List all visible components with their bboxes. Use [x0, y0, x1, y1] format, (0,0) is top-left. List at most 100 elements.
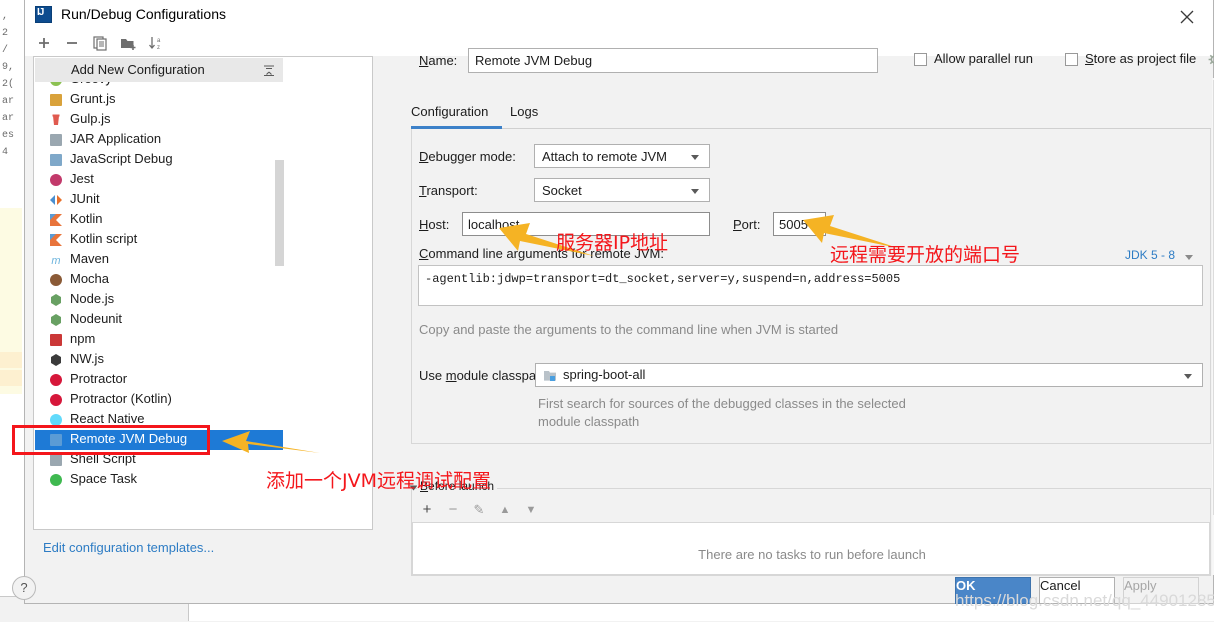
before-launch-toolbar: + − ✎ ▲ ▼	[412, 498, 1210, 522]
gulp-icon	[48, 112, 64, 128]
background-editor-line: 2(	[2, 79, 15, 90]
sidebar-item-maven[interactable]: m Maven	[35, 250, 283, 270]
sidebar-item-label: Jest	[70, 171, 94, 186]
sidebar-item-label: npm	[70, 331, 96, 346]
sidebar-item-jar-application[interactable]: JAR Application	[35, 130, 283, 150]
host-input[interactable]	[462, 212, 710, 236]
jdk-version-link[interactable]: JDK 5 - 8	[1125, 248, 1175, 262]
sidebar-item-nodeunit[interactable]: Nodeunit	[35, 310, 283, 330]
sidebar-scrollbar-thumb[interactable]	[275, 160, 284, 266]
sidebar-item-react-native[interactable]: React Native	[35, 410, 283, 430]
configuration-tabs: Configuration Logs	[411, 104, 1211, 130]
sidebar-item-junit[interactable]: JUnit	[35, 190, 283, 210]
module-classpath-label: Use module classpath:	[419, 368, 551, 383]
add-configuration-button[interactable]	[33, 33, 55, 53]
sidebar-item-protractor-kotlin[interactable]: Protractor (Kotlin)	[35, 390, 283, 410]
cancel-button[interactable]: Cancel	[1039, 577, 1115, 604]
sidebar-item-protractor[interactable]: Protractor	[35, 370, 283, 390]
add-new-configuration-row[interactable]: Add New Configuration	[35, 58, 283, 82]
move-up-button[interactable]: ▲	[495, 500, 515, 520]
command-line-arguments-textarea[interactable]: -agentlib:jdwp=transport=dt_socket,serve…	[418, 265, 1203, 306]
jar-icon	[48, 132, 64, 148]
move-down-button[interactable]: ▼	[521, 500, 541, 520]
react-native-icon	[48, 412, 64, 428]
close-icon[interactable]	[1167, 3, 1207, 29]
background-editor-line: ar	[2, 96, 15, 107]
gear-icon[interactable]	[1208, 53, 1214, 67]
chevron-down-icon	[691, 155, 699, 160]
sidebar-item-label: Groovy	[70, 82, 112, 86]
sidebar-item-gulp-js[interactable]: Gulp.js	[35, 110, 283, 130]
before-launch-task-list[interactable]: There are no tasks to run before launch	[412, 522, 1210, 575]
dialog-title-bar: IJ Run/Debug Configurations	[25, 0, 1213, 30]
apply-button[interactable]: Apply	[1123, 577, 1199, 604]
background-editor-line: ar	[2, 113, 15, 124]
sidebar-item-grunt-js[interactable]: Grunt.js	[35, 90, 283, 110]
sidebar-item-remote-jvm-debug[interactable]: Remote JVM Debug	[35, 430, 283, 450]
space-task-icon	[48, 472, 64, 488]
sidebar-item-mocha[interactable]: Mocha	[35, 270, 283, 290]
new-folder-button[interactable]	[117, 33, 139, 53]
store-as-project-file-box	[1065, 53, 1078, 66]
sidebar-item-label: JAR Application	[70, 131, 162, 146]
command-line-arguments-label: Command line arguments for remote JVM:	[419, 246, 664, 261]
chevron-down-icon	[1184, 374, 1192, 379]
protractor-icon	[48, 372, 64, 388]
svg-text:a: a	[157, 38, 161, 44]
sidebar-item-label: Protractor	[70, 371, 128, 386]
background-editor-line: 2	[2, 28, 9, 39]
sidebar-item-label: Shell Script	[70, 451, 136, 466]
debugger-mode-select[interactable]: Attach to remote JVM	[534, 144, 710, 168]
transport-value: Socket	[542, 183, 582, 198]
sidebar-item-groovy[interactable]: Groovy	[35, 82, 283, 90]
ok-button[interactable]: OK	[955, 577, 1031, 604]
remove-configuration-button[interactable]	[61, 33, 83, 53]
sidebar-item-label: Maven	[70, 251, 110, 266]
sort-alphabetically-button[interactable]: a z	[145, 33, 167, 53]
expand-collapse-icon[interactable]	[261, 63, 277, 77]
remove-task-button[interactable]: −	[443, 500, 463, 520]
tab-configuration[interactable]: Configuration	[411, 104, 488, 119]
grunt-icon	[48, 92, 64, 108]
port-label: Port:	[733, 217, 761, 232]
debugger-mode-value: Attach to remote JVM	[542, 149, 667, 164]
edit-task-button[interactable]: ✎	[469, 500, 489, 520]
sidebar-item-jest[interactable]: Jest	[35, 170, 283, 190]
background-editor-line: es	[2, 130, 15, 141]
before-launch-empty-message: There are no tasks to run before launch	[698, 547, 926, 562]
javascript-debug-icon	[48, 152, 64, 168]
sidebar-item-npm[interactable]: npm	[35, 330, 283, 350]
sidebar-item-label: Space Task	[70, 471, 137, 486]
configurations-list: Groovy Grunt.js Gulp.js JAR Application Java…	[35, 82, 283, 507]
add-new-configuration-label: Add New Configuration	[71, 62, 205, 77]
store-as-project-file-label: Store as project file	[1085, 51, 1197, 66]
sidebar-item-shell-script[interactable]: Shell Script	[35, 450, 283, 470]
sidebar-item-label: Mocha	[70, 271, 110, 286]
chevron-down-icon	[1185, 255, 1193, 260]
module-classpath-description-line1: First search for sources of the debugged…	[538, 396, 906, 411]
copy-configuration-button[interactable]	[89, 33, 111, 53]
edit-configuration-templates-link[interactable]: Edit configuration templates...	[43, 540, 214, 555]
maven-icon: m	[48, 252, 64, 268]
module-classpath-select[interactable]: spring-boot-all	[535, 363, 1203, 387]
sidebar-item-label: Remote JVM Debug	[70, 431, 188, 446]
nwjs-icon	[48, 352, 64, 368]
sidebar-item-node-js[interactable]: Node.js	[35, 290, 283, 310]
add-task-button[interactable]: +	[417, 500, 437, 520]
transport-select[interactable]: Socket	[534, 178, 710, 202]
tab-logs[interactable]: Logs	[510, 104, 538, 119]
help-button[interactable]: ?	[12, 576, 36, 600]
sidebar-item-label: Nodeunit	[70, 311, 123, 326]
sidebar-item-label: Grunt.js	[70, 91, 116, 106]
sidebar-item-kotlin[interactable]: Kotlin	[35, 210, 283, 230]
nodejs-icon	[48, 292, 64, 308]
sidebar-item-label: Kotlin script	[70, 231, 138, 246]
sidebar-item-javascript-debug[interactable]: JavaScript Debug	[35, 150, 283, 170]
port-input[interactable]	[773, 212, 826, 236]
sidebar-item-space-task[interactable]: Space Task	[35, 470, 283, 490]
sidebar-item-nw-js[interactable]: NW.js	[35, 350, 283, 370]
host-label: Host:	[419, 217, 450, 232]
sidebar-item-kotlin-script[interactable]: Kotlin script	[35, 230, 283, 250]
name-input[interactable]	[468, 48, 878, 73]
transport-label: Transport:	[419, 183, 478, 198]
